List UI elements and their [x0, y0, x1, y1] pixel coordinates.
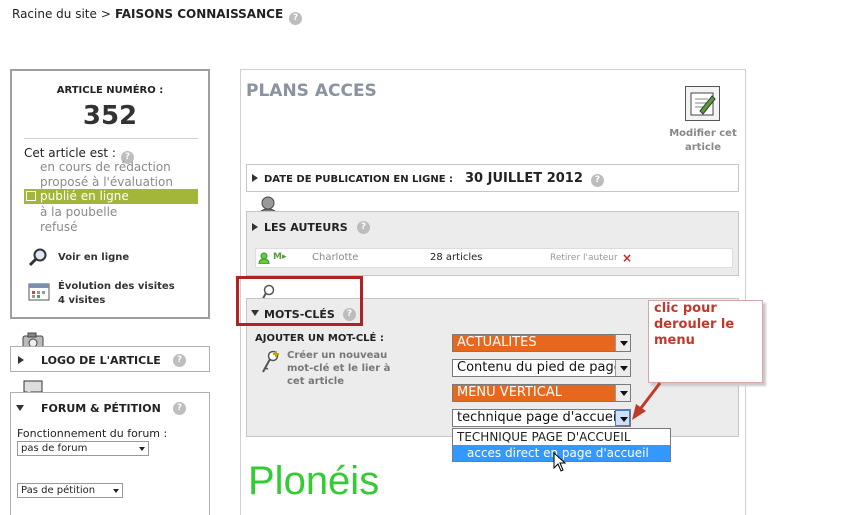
help-icon[interactable]: ? [357, 221, 370, 234]
publication-date-label: DATE DE PUBLICATION EN LIGNE : [264, 174, 454, 185]
create-keyword-link[interactable]: Créer un nouveau mot-clé et le lier à cet … [287, 349, 390, 388]
author-name[interactable]: Charlotte [312, 252, 358, 263]
logo-section-title[interactable]: LOGO DE L'ARTICLE [41, 354, 161, 367]
keyword-select-technique[interactable]: technique page d'accueil [452, 409, 631, 427]
author-status-icon [258, 252, 270, 264]
chevron-down-icon[interactable] [615, 410, 630, 426]
publication-date-box[interactable]: DATE DE PUBLICATION EN LIGNE : 30 JUILLE… [246, 164, 739, 192]
divider [24, 138, 198, 139]
view-online-link[interactable]: Voir en ligne [58, 252, 129, 263]
magnifier-icon [28, 248, 47, 267]
keyword-select-menu[interactable]: MENU VERTICAL [452, 384, 631, 402]
help-icon[interactable]: ? [289, 12, 303, 25]
create-keyword-line2: mot-clé et le lier à [287, 363, 391, 374]
collapse-arrow-icon[interactable] [16, 405, 24, 411]
message-icon[interactable]: M▸ [273, 252, 286, 262]
status-option-published-label: publié en ligne [40, 189, 129, 203]
add-key-icon [262, 350, 279, 373]
status-title-text: Cet article est : [24, 146, 116, 160]
breadcrumb-current[interactable]: FAISONS CONNAISSANCE [115, 7, 283, 21]
status-option-draft[interactable]: en cours de rédaction [40, 160, 171, 174]
forum-section: FORUM & PÉTITION ? Fonctionnement du for… [10, 392, 210, 515]
status-option-proposed[interactable]: proposé à l'évaluation [40, 175, 173, 189]
breadcrumb: Racine du site > FAISONS CONNAISSANCE? [12, 7, 303, 25]
dropdown-option-group: TECHNIQUE PAGE D'ACCUEIL [457, 430, 631, 444]
annotation-line1: clic pour [654, 301, 717, 316]
brand-text: Plonéis [248, 459, 380, 503]
status-option-published[interactable]: publié en ligne [24, 189, 198, 204]
author-row: M▸ Charlotte 28 articles Retirer l'auteu… [255, 248, 733, 268]
authors-section: LES AUTEURS ? M▸ Charlotte 28 articles R… [246, 211, 739, 276]
annotation-callout: clic pour derouler le menu [648, 300, 763, 383]
annotation-line2: derouler le [654, 317, 735, 332]
chevron-down-icon[interactable] [615, 360, 630, 376]
breadcrumb-separator: > [100, 7, 111, 21]
help-icon[interactable]: ? [173, 354, 186, 367]
edit-article-button[interactable] [685, 86, 720, 121]
expand-arrow-icon[interactable] [252, 174, 258, 182]
article-number: 352 [82, 101, 138, 131]
visits-evolution-link[interactable]: Évolution des visites [58, 281, 175, 292]
chevron-down-icon[interactable] [615, 385, 630, 401]
remove-author-link[interactable]: Retirer l'auteur [550, 253, 618, 263]
page-title: PLANS ACCES [246, 81, 377, 101]
cursor-icon [553, 452, 567, 472]
keyword-select-actualites-value: ACTUALITES [457, 335, 537, 350]
help-icon[interactable]: ? [173, 402, 186, 415]
chevron-down-icon [113, 489, 119, 493]
edit-article-label[interactable]: Modifier cet article [662, 127, 744, 155]
chevron-down-icon [139, 447, 145, 451]
expand-arrow-icon[interactable] [18, 356, 24, 364]
edit-label-line2: article [684, 142, 722, 153]
petition-value: Pas de pétition [21, 485, 96, 496]
add-keyword-label: AJOUTER UN MOT-CLÉ : [255, 333, 384, 344]
authors-title[interactable]: LES AUTEURS [264, 221, 348, 234]
forum-mode-select[interactable]: pas de forum [17, 441, 149, 456]
logo-section[interactable]: LOGO DE L'ARTICLE ? [10, 346, 210, 372]
create-keyword-line1: Créer un nouveau [287, 350, 388, 361]
keyword-select-footer[interactable]: Contenu du pied de page [452, 359, 631, 377]
status-option-refused[interactable]: refusé [40, 220, 78, 234]
remove-x-icon[interactable]: × [622, 251, 632, 265]
keyword-select-footer-value: Contenu du pied de page [457, 360, 622, 375]
forum-mode-value: pas de forum [21, 443, 88, 454]
article-number-label: ARTICLE NUMÉRO : [56, 85, 164, 96]
help-icon[interactable]: ? [591, 174, 604, 187]
edit-label-line1: Modifier cet [669, 128, 737, 139]
author-article-count: 28 articles [430, 252, 483, 263]
create-keyword-line3: cet article [287, 376, 344, 387]
breadcrumb-root-link[interactable]: Racine du site [12, 7, 97, 21]
keyword-select-actualites[interactable]: ACTUALITES [452, 334, 631, 352]
forum-section-title[interactable]: FORUM & PÉTITION [41, 402, 161, 415]
petition-select[interactable]: Pas de pétition [17, 483, 123, 498]
keyword-select-technique-value: technique page d'accueil [457, 410, 621, 425]
checkbox-icon [26, 191, 36, 201]
chevron-down-icon[interactable] [615, 335, 630, 351]
annotation-line3: menu [654, 333, 695, 348]
article-info-box: ARTICLE NUMÉRO : 352 Cet article est :? … [10, 69, 210, 319]
keyword-select-menu-value: MENU VERTICAL [457, 385, 562, 400]
status-option-trash[interactable]: à la poubelle [40, 205, 117, 219]
expand-arrow-icon[interactable] [252, 223, 258, 231]
publication-date-value: 30 JUILLET 2012 [465, 171, 583, 186]
stats-calendar-icon [28, 283, 50, 301]
annotation-highlight-box [236, 276, 363, 326]
edit-document-icon [690, 92, 716, 116]
forum-mode-label: Fonctionnement du forum : [17, 427, 168, 440]
visits-count: 4 visites [58, 295, 106, 306]
